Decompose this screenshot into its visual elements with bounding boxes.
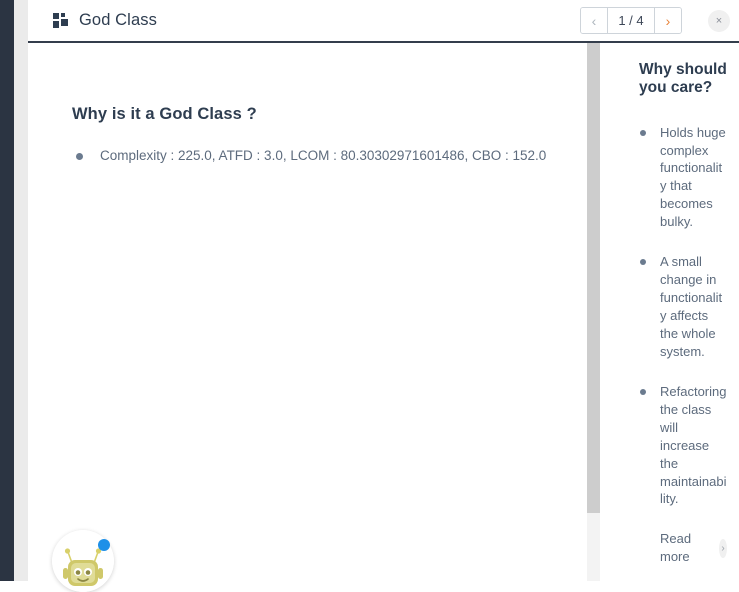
- page-indicator: 1 / 4: [618, 13, 644, 28]
- header-title-group: God Class: [28, 11, 157, 30]
- main-heading: Why is it a God Class ?: [72, 105, 257, 123]
- panel-body: Why is it a God Class ? Complexity : 225…: [28, 43, 739, 581]
- main-content-panel: Why is it a God Class ? Complexity : 225…: [28, 43, 587, 581]
- list-item: A small change in functionality affects …: [639, 253, 727, 361]
- header-controls: ‹ 1 / 4 › ×: [580, 7, 739, 34]
- left-gutter: [14, 0, 28, 581]
- list-item: Complexity : 225.0, ATFD : 3.0, LCOM : 8…: [72, 146, 547, 167]
- pagination: ‹ 1 / 4 ›: [580, 7, 682, 34]
- sidebar-reasons-list: Holds huge complex functionality that be…: [639, 124, 727, 509]
- chevron-right-circle-icon[interactable]: ›: [719, 538, 727, 558]
- next-page-button[interactable]: ›: [654, 8, 681, 33]
- previous-page-button[interactable]: ‹: [581, 8, 608, 33]
- page-title: God Class: [79, 11, 157, 29]
- read-more-link[interactable]: Read more: [660, 530, 691, 566]
- read-more-row: Read more ›: [639, 530, 727, 566]
- list-item: Refactoring the class will increase the …: [639, 383, 727, 509]
- metrics-list: Complexity : 225.0, ATFD : 3.0, LCOM : 8…: [72, 146, 547, 167]
- grid-icon: [53, 13, 68, 28]
- notification-dot-icon: [98, 539, 110, 551]
- close-button[interactable]: ×: [708, 9, 730, 32]
- panel-header: God Class ‹ 1 / 4 › ×: [28, 0, 739, 41]
- left-rail: [0, 0, 14, 581]
- why-care-sidebar: Why should you care? Holds huge complex …: [600, 43, 739, 581]
- god-class-panel: God Class ‹ 1 / 4 › × Why is it a God Cl…: [0, 0, 739, 592]
- list-item: Holds huge complex functionality that be…: [639, 124, 727, 232]
- sidebar-heading: Why should you care?: [639, 61, 727, 97]
- main-scrollbar-thumb[interactable]: [587, 43, 600, 513]
